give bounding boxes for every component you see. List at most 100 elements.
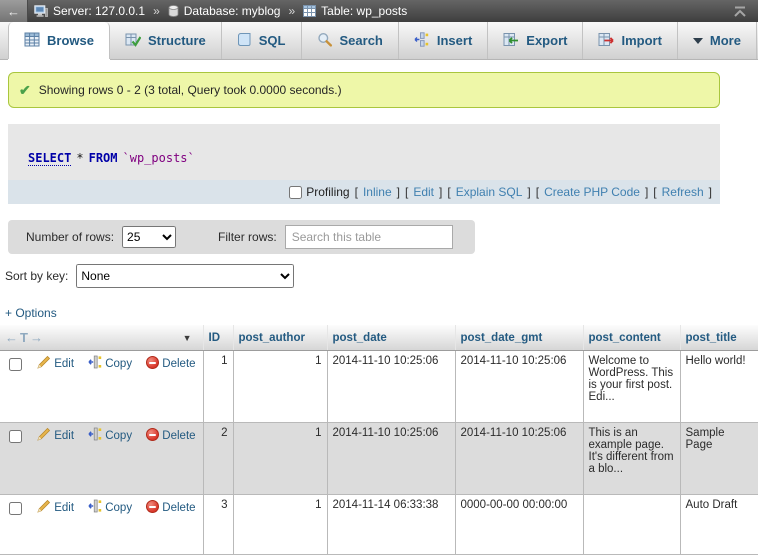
delete-icon [146,356,159,369]
cell-post-title[interactable]: Auto Draft [680,495,758,555]
bracket: [ [536,185,539,199]
cell-post-title[interactable]: Hello world! [680,351,758,423]
row-select-checkbox[interactable] [9,502,22,515]
breadcrumb-server[interactable]: Server: 127.0.0.1 [34,4,145,18]
sort-dropdown-icon[interactable]: ▼ [183,333,192,343]
column-actions-header: ←T→ ▼ [0,325,203,351]
copy-row-link[interactable]: Copy [88,430,132,442]
cell-post-author[interactable]: 1 [233,423,327,495]
row-select-checkbox[interactable] [9,358,22,371]
breadcrumb-server-label: Server: 127.0.0.1 [53,4,145,18]
copy-row-link[interactable]: Copy [88,358,132,370]
column-header-post-content[interactable]: post_content [583,325,680,351]
breadcrumb-table-label: Table: wp_posts [321,4,407,18]
edit-query-link[interactable]: Edit [413,185,434,199]
cell-post-author[interactable]: 1 [233,495,327,555]
row-select-checkbox[interactable] [9,430,22,443]
cell-post-date-gmt[interactable]: 0000-00-00 00:00:00 [455,495,583,555]
tab-import[interactable]: Import [583,22,677,59]
bracket: [ [447,185,450,199]
sql-table-identifier: `wp_posts` [123,151,195,165]
tab-export[interactable]: Export [488,22,583,59]
explain-sql-link[interactable]: Explain SQL [456,185,523,199]
edit-row-link[interactable]: Edit [37,430,74,442]
browse-icon [24,32,40,50]
column-header-post-title[interactable]: post_title [680,325,758,351]
cell-id[interactable]: 1 [203,351,233,423]
delete-icon [146,428,159,441]
sort-by-key-select[interactable]: None [76,264,294,288]
refresh-link[interactable]: Refresh [662,185,704,199]
export-icon [503,32,519,50]
insert-icon [414,32,430,50]
tab-search-label: Search [340,33,383,48]
tab-insert[interactable]: Insert [399,22,488,59]
tab-more[interactable]: More [678,22,757,59]
delete-row-link[interactable]: Delete [146,502,195,514]
cell-post-date[interactable]: 2014-11-10 10:25:06 [327,423,455,495]
column-header-post-date-gmt[interactable]: post_date_gmt [455,325,583,351]
bracket: ] [439,185,442,199]
database-icon [168,5,179,17]
column-visibility-controls[interactable]: ←T→ [5,330,45,345]
column-header-post-date[interactable]: post_date [327,325,455,351]
table-icon [303,5,316,17]
back-arrow-icon: ← [7,4,20,19]
server-icon [34,5,48,18]
sort-by-key-label: Sort by key: [5,269,68,283]
breadcrumb-table[interactable]: Table: wp_posts [303,4,407,18]
delete-icon [146,500,159,513]
row-actions-cell: Edit Copy Delete [0,351,203,423]
cell-id[interactable]: 3 [203,495,233,555]
sort-row: Sort by key: None [5,264,758,288]
sql-query-text: SELECT * FROM `wp_posts` [8,124,720,180]
cell-post-title[interactable]: Sample Page [680,423,758,495]
results-table: ←T→ ▼ ID post_author post_date post_date… [0,325,758,555]
breadcrumb-separator: » [153,4,160,18]
delete-row-link[interactable]: Delete [146,358,195,370]
scroll-to-top-button[interactable] [732,6,748,17]
copy-icon [88,427,102,444]
number-of-rows-select[interactable]: 25 [122,226,176,248]
tab-insert-label: Insert [437,33,472,48]
copy-row-link[interactable]: Copy [88,502,132,514]
tab-bar: Browse Structure SQL Search Insert Expor… [0,22,758,60]
filter-rows-label: Filter rows: [218,230,277,244]
tab-search[interactable]: Search [302,22,399,59]
tab-structure[interactable]: Structure [110,22,222,59]
cell-post-date[interactable]: 2014-11-14 06:33:38 [327,495,455,555]
cell-id[interactable]: 2 [203,423,233,495]
filter-rows-input[interactable] [285,225,453,249]
delete-row-link[interactable]: Delete [146,430,195,442]
breadcrumb-database[interactable]: Database: myblog [168,4,281,18]
edit-row-link[interactable]: Edit [37,502,74,514]
column-header-id[interactable]: ID [203,325,233,351]
rows-control-bar: Number of rows: 25 Filter rows: [8,220,475,254]
bracket: ] [397,185,400,199]
inline-link[interactable]: Inline [363,185,392,199]
tab-sql[interactable]: SQL [222,22,302,59]
sql-keyword-from: FROM [89,151,118,165]
create-php-code-link[interactable]: Create PHP Code [544,185,640,199]
cell-post-date-gmt[interactable]: 2014-11-10 10:25:06 [455,423,583,495]
cell-post-content[interactable] [583,495,680,555]
tab-browse[interactable]: Browse [8,22,110,59]
breadcrumb-database-label: Database: myblog [184,4,281,18]
profiling-label: Profiling [306,185,349,199]
nav-panel-toggle-button[interactable]: ← [0,0,28,22]
sql-keyword-select[interactable]: SELECT [28,151,71,166]
bracket: ] [527,185,530,199]
cell-post-author[interactable]: 1 [233,351,327,423]
edit-row-link[interactable]: Edit [37,358,74,370]
cell-post-date-gmt[interactable]: 2014-11-10 10:25:06 [455,351,583,423]
cell-post-date[interactable]: 2014-11-10 10:25:06 [327,351,455,423]
profiling-checkbox[interactable] [289,186,302,199]
collapse-top-icon [732,6,748,17]
bracket: ] [709,185,712,199]
column-header-post-author[interactable]: post_author [233,325,327,351]
cell-post-content[interactable]: Welcome to WordPress. This is your first… [583,351,680,423]
structure-icon [125,32,141,50]
cell-post-content[interactable]: This is an example page. It's different … [583,423,680,495]
sql-star: * [76,151,83,165]
options-toggle-link[interactable]: + Options [5,306,57,320]
